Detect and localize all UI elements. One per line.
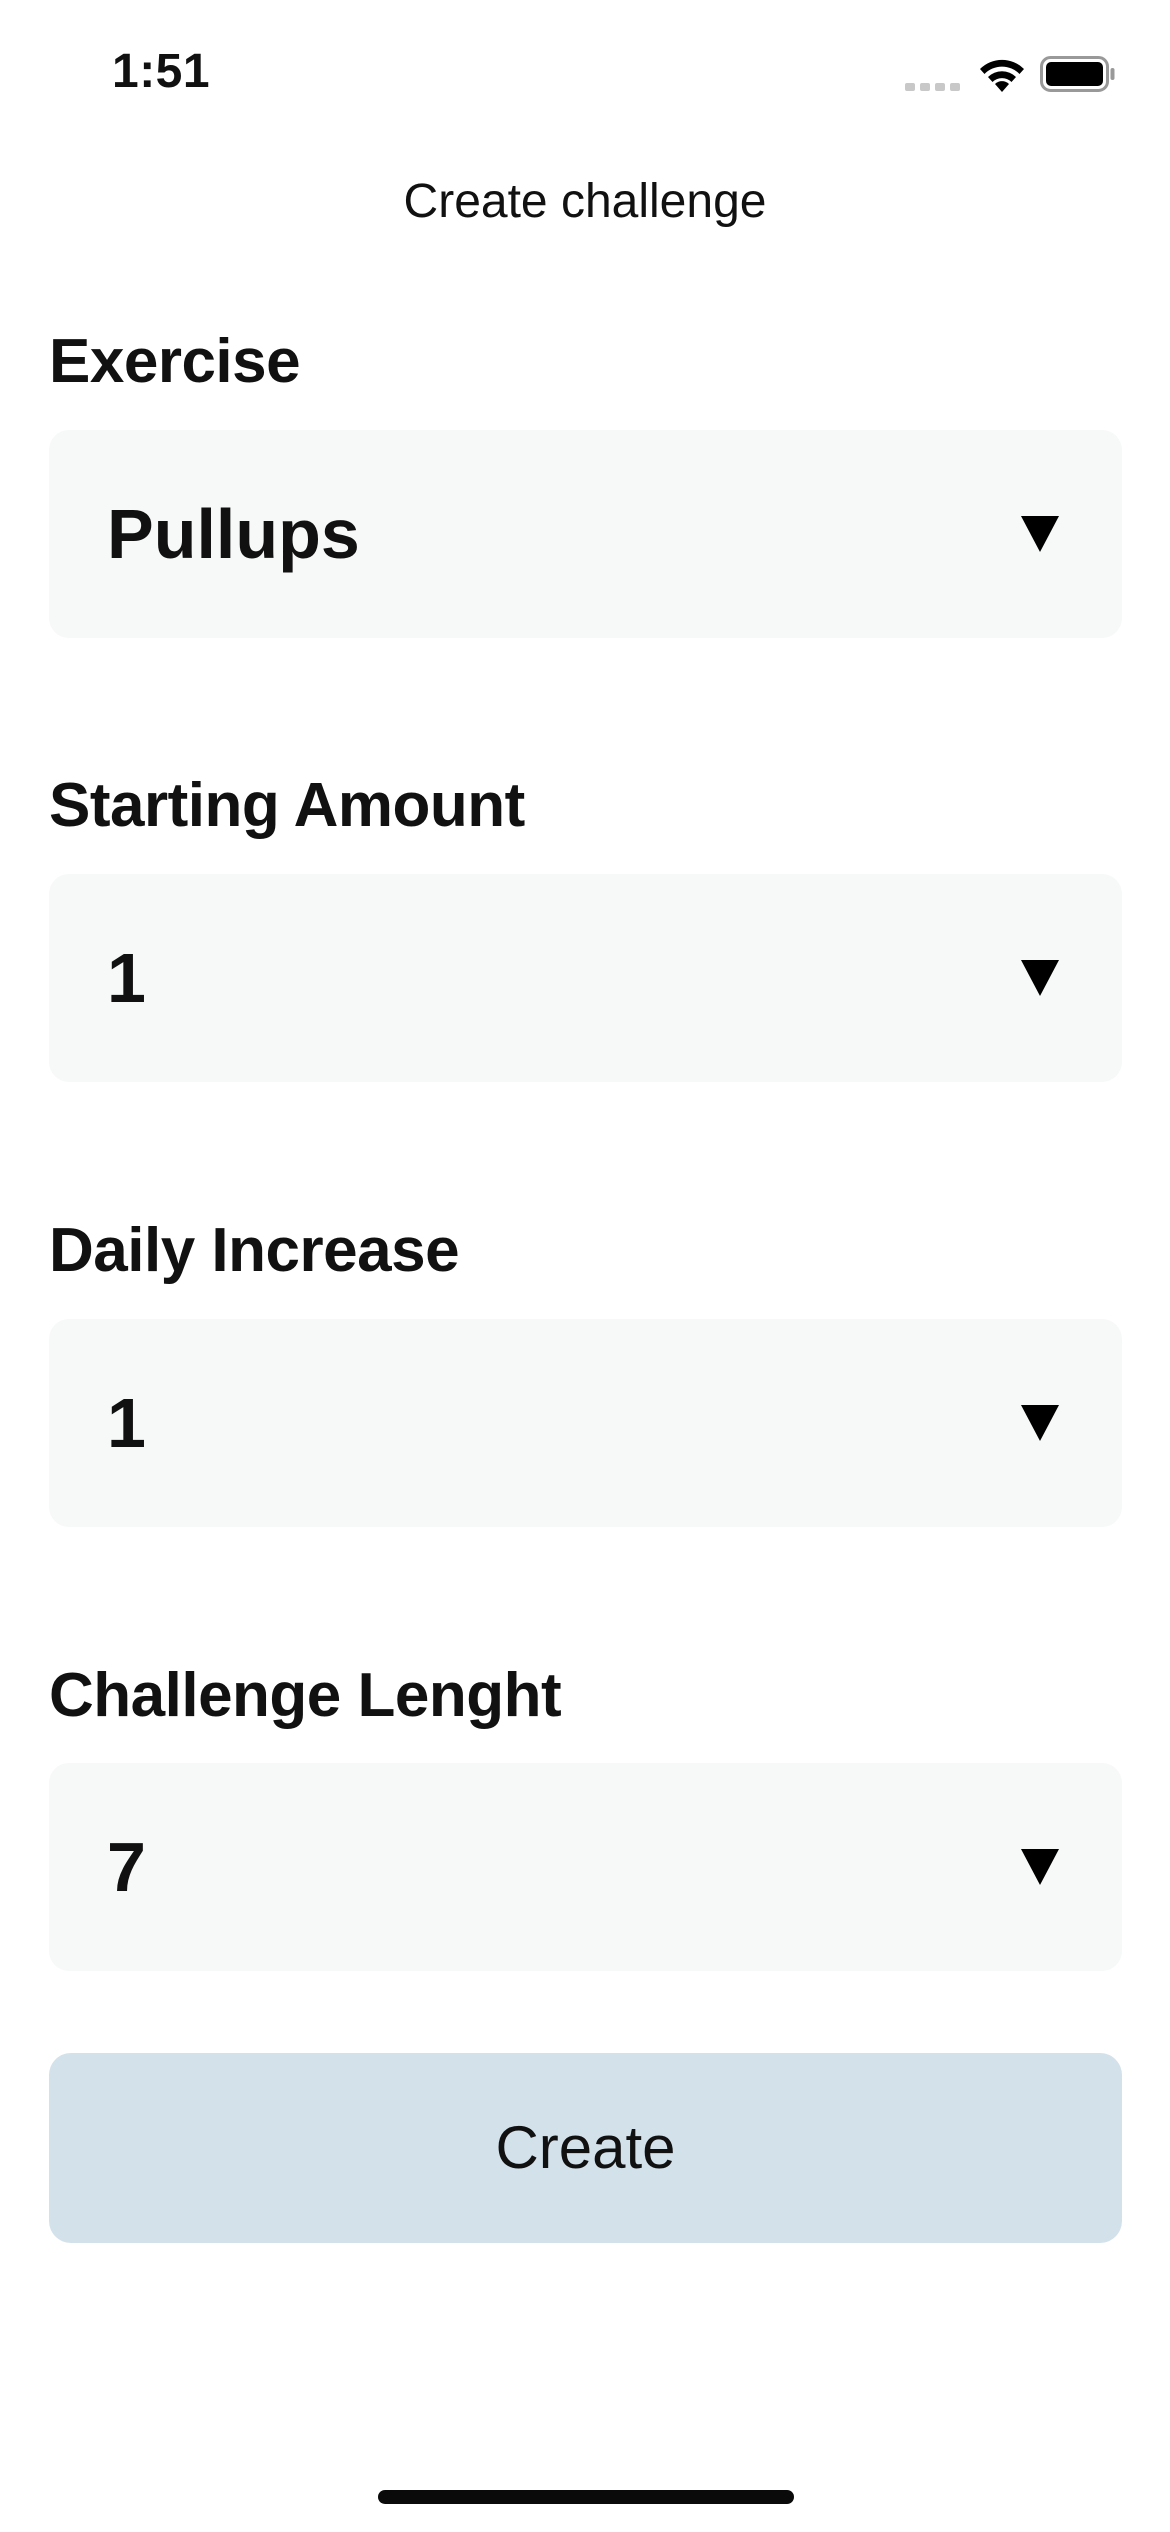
chevron-down-icon [1021, 1849, 1059, 1885]
create-button-label: Create [495, 2114, 676, 2181]
daily-increase-value: 1 [107, 1384, 146, 1462]
daily-increase-select[interactable]: 1 [49, 1319, 1122, 1527]
status-time: 1:51 [112, 45, 211, 98]
status-bar: 1:51 [0, 0, 1170, 150]
challenge-length-label: Challenge Lenght [49, 1661, 562, 1730]
exercise-select[interactable]: Pullups [49, 430, 1122, 638]
create-button[interactable]: Create [49, 2053, 1122, 2243]
daily-increase-label: Daily Increase [49, 1216, 460, 1285]
cellular-signal-icon [905, 83, 960, 91]
home-indicator [378, 2490, 794, 2504]
starting-amount-label: Starting Amount [49, 771, 525, 840]
challenge-length-value: 7 [107, 1828, 146, 1906]
exercise-value: Pullups [107, 495, 360, 573]
chevron-down-icon [1021, 1405, 1059, 1441]
starting-amount-select[interactable]: 1 [49, 874, 1122, 1082]
exercise-label: Exercise [49, 327, 301, 396]
wifi-icon [980, 59, 1024, 92]
page-title: Create challenge [403, 175, 767, 228]
starting-amount-value: 1 [107, 939, 146, 1017]
battery-icon [1040, 56, 1115, 92]
chevron-down-icon [1021, 960, 1059, 996]
challenge-length-select[interactable]: 7 [49, 1763, 1122, 1971]
chevron-down-icon [1021, 516, 1059, 552]
